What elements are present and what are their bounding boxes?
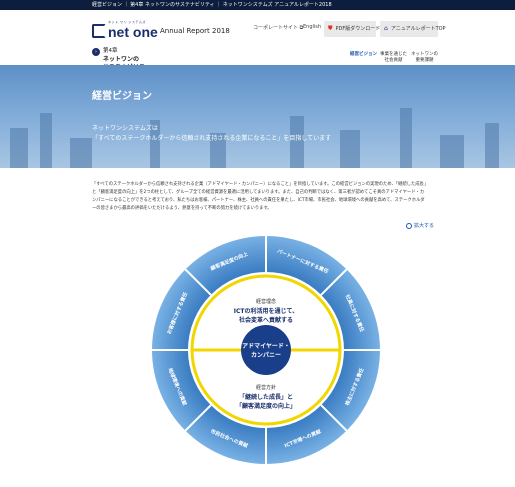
- philosophy-line2: 社会変革へ貢献する: [238, 316, 293, 324]
- breadcrumb-text: 経営ビジョン ｜ 第4章 ネットワンのサステナビリティ ｜ ネットワンシステムズ…: [92, 2, 332, 8]
- chapter-number: 第4章: [103, 48, 118, 54]
- hero-subtitle-line1: ネットワンシステムズは: [92, 125, 158, 132]
- chevron-right-icon: ›: [92, 48, 100, 56]
- policy-line2: 「顧客満足度の向上」: [236, 402, 296, 410]
- zoom-icon: [406, 222, 412, 229]
- nav-tab-label: 社会貢献: [384, 58, 403, 63]
- page-title: 経営ビジョン: [92, 91, 152, 102]
- policy-line1: 「継続した成長」と: [239, 393, 293, 401]
- english-link[interactable]: English: [303, 24, 321, 30]
- expand-link[interactable]: 拡大する: [406, 222, 434, 229]
- vision-diagram-svg: パートナーに対する責任社員に対する責任株主に対する責任ICT市場への貢献市民社会…: [152, 236, 380, 464]
- home-icon: ⌂: [384, 25, 388, 32]
- philosophy-line1: ICTの利活用を通じて、: [234, 307, 298, 315]
- report-title: Annual Report 2018: [160, 27, 230, 35]
- policy-label: 経営方針: [256, 384, 276, 391]
- report-top-button[interactable]: ⌂ アニュアルレポートTOP: [380, 21, 446, 37]
- pdf-icon: ⛊: [328, 25, 333, 32]
- nav-tab-social-contribution[interactable]: 事業を通じた 社会貢献: [380, 52, 407, 64]
- corporate-site-link[interactable]: コーポレートサイト ⧉: [253, 24, 303, 31]
- nav-tab-vision[interactable]: 経営ビジョン: [350, 52, 377, 58]
- logo-text: net one: [108, 24, 158, 40]
- logo-mark-icon: [92, 24, 106, 38]
- vision-paragraph: 「すべてのステークホルダーから信頼され支持される企業（アドマイヤード・カンパニー…: [92, 182, 426, 211]
- vision-diagram: パートナーに対する責任 社員に対する責任 株主に対する責任 ICT市場への貢献 市民社会…: [150, 234, 382, 466]
- top-breadcrumb-bar: 経営ビジョン ｜ 第4章 ネットワンのサステナビリティ ｜ ネットワンシステムズ…: [0, 0, 515, 10]
- top-button-label: アニュアルレポートTOP: [390, 26, 446, 32]
- pdf-button-label: PDF版ダウンロード: [335, 26, 381, 32]
- center-circle: [241, 325, 291, 375]
- hero-banner: 経営ビジョン ネットワンシステムズは 「すべてのステークホルダーから信頼され支持…: [0, 65, 515, 168]
- philosophy-label: 経営理念: [256, 298, 276, 305]
- nav-tab-label: 重要課題: [415, 58, 434, 63]
- nav-tab-key-issues[interactable]: ネットワンの 重要課題: [411, 52, 438, 64]
- nav-tab-label: 経営ビジョン: [350, 52, 377, 57]
- site-header: ネット ワン システムズ net one Annual Report 2018 …: [0, 10, 515, 71]
- pdf-download-button[interactable]: ⛊ PDF版ダウンロード: [324, 21, 380, 37]
- hero-subtitle-line2: 「すべてのステークホルダーから信頼され支持される企業になること」を目指しています: [92, 135, 332, 142]
- expand-link-label: 拡大する: [414, 223, 435, 229]
- center-label-line2: カンパニー: [251, 351, 281, 359]
- center-label-line1: アドマイヤード・: [242, 343, 290, 350]
